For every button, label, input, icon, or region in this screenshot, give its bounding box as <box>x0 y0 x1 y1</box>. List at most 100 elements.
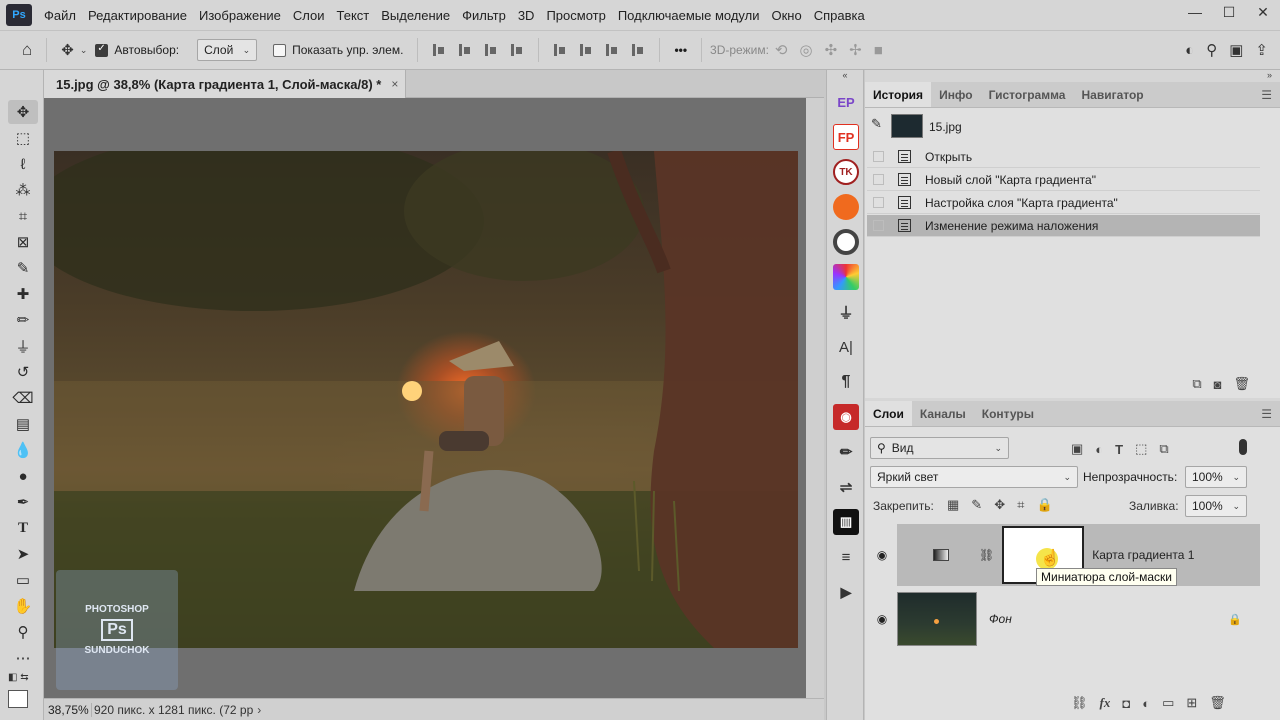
tab-history[interactable]: История <box>865 82 932 107</box>
brush-tool-icon[interactable]: ✏ <box>8 308 38 332</box>
roll-3d-icon[interactable]: ◎ <box>800 41 813 59</box>
home-icon[interactable]: ⌂ <box>22 40 32 60</box>
trash-icon[interactable]: 🗑 <box>1209 695 1226 711</box>
lasso-tool-icon[interactable]: ℓ <box>8 152 38 176</box>
menu-image[interactable]: Изображение <box>193 8 287 23</box>
menu-filter[interactable]: Фильтр <box>456 8 512 23</box>
mask-icon[interactable]: ◘ <box>1122 696 1130 711</box>
search-icon[interactable]: ⚲ <box>1206 41 1217 59</box>
menu-plugins[interactable]: Подключаемые модули <box>612 8 766 23</box>
foreground-color-swatch[interactable] <box>8 690 28 708</box>
align-center-h-icon[interactable] <box>457 43 473 57</box>
menu-3d[interactable]: 3D <box>512 8 541 23</box>
move-tool-icon[interactable]: ✥ <box>61 41 74 59</box>
type-tool-icon[interactable]: T <box>8 516 38 540</box>
show-controls-checkbox[interactable] <box>273 43 287 57</box>
autoselect-checkbox[interactable] <box>95 43 109 57</box>
camera-3d-icon[interactable]: ■ <box>874 42 883 59</box>
collapse-panels-icon[interactable]: » <box>865 70 1280 82</box>
collapse-icon[interactable]: « <box>827 70 863 84</box>
adjustments-panel-icon[interactable]: ≡ <box>833 544 859 570</box>
new-snapshot-icon[interactable]: ◙ <box>1214 377 1222 392</box>
history-brush-tool-icon[interactable]: ↺ <box>8 360 38 384</box>
path-select-tool-icon[interactable]: ➤ <box>8 542 38 566</box>
share-icon[interactable]: ⇪ <box>1255 41 1268 59</box>
filter-shape-icon[interactable]: ⬚ <box>1135 441 1147 457</box>
menu-layers[interactable]: Слои <box>287 8 331 23</box>
layer-thumbnail[interactable] <box>897 592 977 646</box>
lock-position-icon[interactable]: ✥ <box>994 497 1005 513</box>
new-document-from-state-icon[interactable]: ⧉ <box>1192 376 1201 392</box>
visibility-eye-icon[interactable]: ◉ <box>867 587 897 651</box>
snapshot-name[interactable]: 15.jpg <box>929 120 962 134</box>
history-checkbox[interactable] <box>873 174 884 185</box>
trash-icon[interactable]: 🗑 <box>1233 376 1250 392</box>
history-checkbox[interactable] <box>873 151 884 162</box>
layer-name[interactable]: Карта градиента 1 <box>1092 548 1194 562</box>
hand-tool-icon[interactable]: ✋ <box>8 594 38 618</box>
lock-all-icon[interactable]: 🔒 <box>1036 497 1052 513</box>
plugin-tk-icon[interactable]: TK <box>833 159 859 185</box>
tab-paths[interactable]: Контуры <box>974 401 1042 426</box>
panel-menu-icon[interactable]: ☰ <box>1261 82 1272 107</box>
plugin-ep-icon[interactable]: EP <box>833 89 859 115</box>
crop-tool-icon[interactable]: ⌗ <box>8 204 38 228</box>
learn-icon[interactable]: ◐ <box>1185 42 1194 59</box>
menu-help[interactable]: Справка <box>808 8 871 23</box>
filter-adjustment-icon[interactable]: ◐ <box>1095 442 1103 457</box>
menu-file[interactable]: Файл <box>38 8 82 23</box>
rectangle-tool-icon[interactable]: ▭ <box>8 568 38 592</box>
quick-select-tool-icon[interactable]: ⁂ <box>8 178 38 202</box>
chevron-down-icon[interactable]: ⌄ <box>80 45 88 56</box>
paragraph-panel-icon[interactable]: ¶ <box>833 369 859 395</box>
history-item[interactable]: Открыть <box>867 146 1260 168</box>
menu-select[interactable]: Выделение <box>375 8 456 23</box>
dodge-tool-icon[interactable]: ● <box>8 464 38 488</box>
pen-tool-icon[interactable]: ✒ <box>8 490 38 514</box>
more-tools-icon[interactable]: ⋯ <box>8 646 38 670</box>
tab-histogram[interactable]: Гистограмма <box>981 82 1074 107</box>
vertical-scrollbar[interactable] <box>806 98 824 698</box>
align-top-icon[interactable] <box>552 43 568 57</box>
mask-link-icon[interactable]: ⛓ <box>979 548 994 562</box>
filter-pixel-icon[interactable]: ▣ <box>1071 441 1083 457</box>
maximize-button[interactable]: ☐ <box>1212 0 1246 24</box>
default-colors-icon[interactable]: ◧ ⇆ <box>8 672 29 683</box>
minimize-button[interactable]: — <box>1178 0 1212 24</box>
blur-tool-icon[interactable]: 💧 <box>8 438 38 462</box>
stamp-tool-icon[interactable]: ⏚ <box>8 334 38 358</box>
history-item[interactable]: Настройка слоя "Карта градиента" <box>867 192 1260 214</box>
new-layer-icon[interactable]: ⊞ <box>1186 695 1197 711</box>
marquee-tool-icon[interactable]: ⬚ <box>8 126 38 150</box>
fx-icon[interactable]: fx <box>1100 695 1111 711</box>
plugin-red-icon[interactable]: ◉ <box>833 404 859 430</box>
history-item-selected[interactable]: Изменение режима наложения <box>867 215 1260 237</box>
lock-pixels-icon[interactable]: ✎ <box>971 497 982 513</box>
visibility-eye-icon[interactable]: ◉ <box>867 524 897 586</box>
healing-tool-icon[interactable]: ✚ <box>8 282 38 306</box>
layer-row-background[interactable]: ◉ Фон 🔒 <box>867 587 1260 651</box>
eraser-tool-icon[interactable]: ⌫ <box>8 386 38 410</box>
brush-settings-icon[interactable]: ⇌ <box>833 474 859 500</box>
align-right-icon[interactable] <box>483 43 499 57</box>
frame-tool-icon[interactable]: ⊠ <box>8 230 38 254</box>
document-tab[interactable]: 15.jpg @ 38,8% (Карта градиента 1, Слой-… <box>44 70 406 98</box>
group-icon[interactable]: ▭ <box>1162 695 1174 711</box>
zoom-level[interactable]: 38,75% <box>44 702 92 717</box>
tab-layers[interactable]: Слои <box>865 401 912 426</box>
adjustment-icon[interactable]: ◐ <box>1142 696 1150 711</box>
close-tab-icon[interactable]: × <box>391 77 398 91</box>
actions-panel-icon[interactable]: ▶ <box>833 579 859 605</box>
tab-info[interactable]: Инфо <box>931 82 981 107</box>
menu-type[interactable]: Текст <box>331 8 376 23</box>
snapshot-thumbnail[interactable] <box>891 114 923 138</box>
plugin-circle-icon[interactable] <box>833 229 859 255</box>
align-bottom-icon[interactable] <box>604 43 620 57</box>
filter-type-icon[interactable]: T <box>1115 442 1123 457</box>
pan-3d-icon[interactable]: ✣ <box>825 41 838 59</box>
panel-menu-icon[interactable]: ☰ <box>1261 401 1272 426</box>
plugin-color-icon[interactable] <box>833 264 859 290</box>
align-left-icon[interactable] <box>431 43 447 57</box>
filter-toggle-switch[interactable] <box>1239 439 1247 455</box>
eyedropper-tool-icon[interactable]: ✎ <box>8 256 38 280</box>
